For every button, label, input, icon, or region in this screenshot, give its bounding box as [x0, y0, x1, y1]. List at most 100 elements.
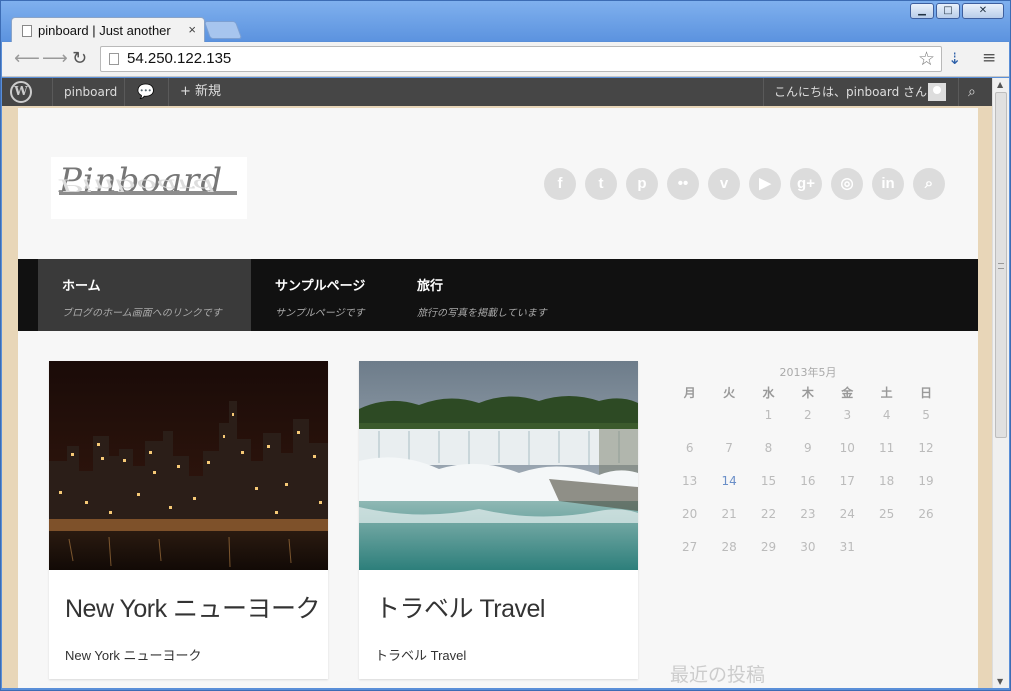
hamburger-menu-icon[interactable]: ≡	[982, 48, 996, 68]
admin-greeting[interactable]: こんにちは、pinboard さん !	[774, 78, 936, 106]
nav-item-travel[interactable]: 旅行 旅行の写真を掲載しています	[393, 259, 583, 331]
calendar-caption: 2013年5月	[779, 366, 837, 379]
nav-item-home[interactable]: ホーム ブログのホーム画面へのリンクです	[38, 259, 251, 331]
post-image-travel[interactable]	[359, 361, 638, 570]
facebook-icon[interactable]: f	[544, 168, 576, 200]
calendar-day	[670, 404, 709, 437]
calendar-day: 9	[804, 441, 812, 455]
divider	[958, 78, 959, 106]
forward-arrow-icon[interactable]: ⟶	[42, 48, 68, 69]
calendar-week-row: 27 28 29 30 31	[670, 536, 946, 569]
search-icon[interactable]: ⌕	[913, 168, 945, 200]
calendar-day: 30	[800, 540, 816, 554]
wp-admin-bar: W pinboard 💬 + 新規 こんにちは、pinboard さん ! ⌕	[2, 78, 992, 106]
flickr-icon[interactable]: ••	[667, 168, 699, 200]
calendar-weekday: 月	[683, 386, 696, 400]
calendar-day: 19	[918, 474, 934, 488]
calendar-week-row: 20 21 22 23 24 25 26	[670, 503, 946, 536]
site-logo[interactable]: Pinboard Pinboard	[51, 157, 247, 219]
calendar-day: 1	[764, 408, 773, 422]
dribbble-icon[interactable]: ◎	[831, 168, 863, 200]
twitter-icon[interactable]: t	[585, 168, 617, 200]
calendar-day: 8	[764, 441, 773, 455]
calendar-day: 15	[760, 474, 777, 488]
calendar-day: 10	[839, 441, 855, 455]
calendar-week-row: 13 14 15 16 17 18 19	[670, 470, 946, 503]
extension-download-icon[interactable]: ⇣	[948, 49, 961, 68]
vertical-scrollbar[interactable]: ▲ ▼	[992, 78, 1009, 688]
close-window-button[interactable]: ✕	[962, 3, 1004, 19]
post-image-newyork[interactable]	[49, 361, 328, 570]
calendar-day: 5	[922, 408, 930, 422]
calendar-day: 31	[839, 540, 855, 554]
calendar-day: 24	[839, 507, 855, 521]
calendar-weekday: 金	[841, 386, 854, 400]
pinterest-icon[interactable]: p	[626, 168, 658, 200]
browser-window: ▁ □ ✕ pinboard | Just another × ⟵ ⟶ ↻ 54…	[0, 0, 1011, 691]
youtube-icon[interactable]: ▶	[749, 168, 781, 200]
calendar-day: 20	[682, 507, 698, 521]
calendar-weekday: 木	[801, 386, 814, 400]
new-tab-button[interactable]	[203, 21, 243, 39]
main-navigation: ホーム ブログのホーム画面へのリンクです サンプルページ サンプルページです 旅…	[18, 259, 978, 331]
minimize-button[interactable]: ▁	[910, 3, 934, 19]
address-bar[interactable]: 54.250.122.135 ☆	[100, 46, 942, 72]
page-icon	[109, 53, 119, 65]
admin-site-link[interactable]: pinboard	[64, 78, 117, 106]
calendar-day: 6	[685, 441, 694, 455]
nav-item-sample-page[interactable]: サンプルページ サンプルページです	[251, 259, 394, 331]
admin-new-link[interactable]: + 新規	[180, 78, 221, 106]
calendar-day: 29	[760, 540, 777, 554]
calendar-day: 28	[721, 540, 737, 554]
calendar-day: 27	[682, 540, 698, 554]
nav-title: 旅行	[417, 279, 444, 294]
browser-tab[interactable]: pinboard | Just another ×	[11, 17, 205, 43]
post-card-newyork[interactable]: New York ニューヨーク New York ニューヨーク	[49, 361, 328, 679]
calendar-day: 3	[843, 408, 852, 422]
calendar-day	[709, 404, 748, 437]
calendar-day: 7	[725, 441, 733, 455]
calendar-weekday-row: 月火水木金土日	[670, 382, 946, 404]
post-card-travel[interactable]: トラベル Travel トラベル Travel	[359, 361, 638, 679]
calendar-widget: 2013年5月 月火水木金土日 1 2 3 4 5 6 7 8 9 10 11 12 13 14 15 16 17…	[670, 364, 946, 569]
recent-posts-title: 最近の投稿	[670, 664, 766, 686]
admin-search-icon[interactable]: ⌕	[968, 78, 976, 106]
calendar-day: 25	[879, 507, 895, 521]
post-excerpt: New York ニューヨーク	[65, 648, 202, 663]
title-bar: ▁ □ ✕ pinboard | Just another ×	[1, 1, 1010, 43]
scroll-thumb[interactable]	[995, 92, 1007, 438]
tab-title: pinboard | Just another	[38, 23, 171, 38]
calendar-week-row: 1 2 3 4 5	[670, 404, 946, 437]
google-plus-icon[interactable]: g+	[790, 168, 822, 200]
calendar-day	[906, 536, 945, 569]
bookmark-star-icon[interactable]: ☆	[918, 48, 935, 71]
divider	[763, 78, 764, 106]
reload-icon[interactable]: ↻	[72, 48, 87, 69]
calendar-weekday: 土	[880, 386, 893, 400]
post-title[interactable]: トラベル Travel	[375, 589, 545, 625]
linkedin-icon[interactable]: in	[872, 168, 904, 200]
calendar-week-row: 6 7 8 9 10 11 12	[670, 437, 946, 470]
calendar-day-link[interactable]: 14	[709, 470, 748, 503]
calendar-day: 4	[882, 408, 891, 422]
calendar-day: 22	[760, 507, 777, 521]
scroll-up-arrow-icon[interactable]: ▲	[997, 80, 1003, 89]
scroll-down-arrow-icon[interactable]: ▼	[997, 677, 1003, 686]
wordpress-logo-icon[interactable]: W	[10, 81, 32, 103]
waterfall-image	[359, 361, 638, 570]
calendar-day	[867, 536, 906, 569]
page-viewport: W pinboard 💬 + 新規 こんにちは、pinboard さん ! ⌕ …	[2, 78, 992, 688]
tab-close-icon[interactable]: ×	[188, 22, 196, 37]
calendar-day: 11	[879, 441, 895, 455]
maximize-button[interactable]: □	[936, 3, 960, 19]
calendar-day: 16	[800, 474, 816, 488]
back-arrow-icon[interactable]: ⟵	[14, 48, 40, 69]
post-title[interactable]: New York ニューヨーク	[65, 589, 321, 625]
divider	[124, 78, 125, 106]
nav-desc: ブログのホーム画面へのリンクです	[62, 308, 222, 319]
site-container: Pinboard Pinboard f t p •• v ▶ g+ ◎ in ⌕ ホーム ブログの…	[18, 108, 978, 688]
vimeo-icon[interactable]: v	[708, 168, 740, 200]
divider	[168, 78, 169, 106]
avatar-icon[interactable]	[928, 83, 946, 101]
comment-icon[interactable]: 💬	[137, 78, 154, 106]
